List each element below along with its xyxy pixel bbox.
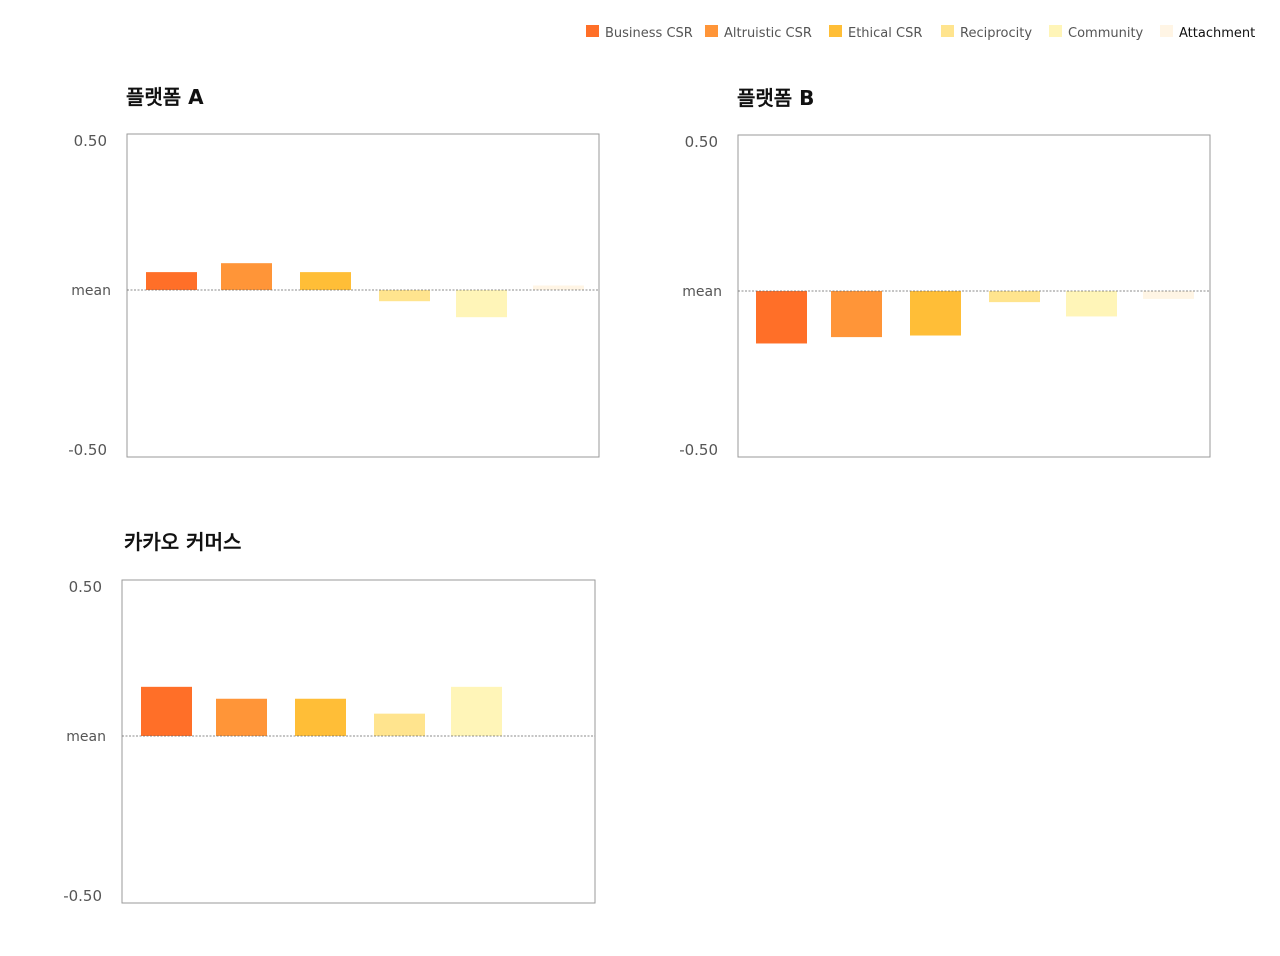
panel-title: 플랫폼 B [737,86,814,110]
legend-label: Community [1068,26,1144,41]
legend-swatch [586,25,599,37]
bar [141,686,192,736]
chart-panel: 플랫폼 B 0.50 mean -0.50 [679,86,1211,459]
plot-frame [121,579,596,904]
legend-item: Reciprocity [941,25,1032,41]
chart-panel: 플랫폼 A 0.50 mean -0.50 [68,85,600,459]
bar [146,272,197,290]
legend-label: Reciprocity [960,26,1032,41]
legend-label: Altruistic CSR [724,26,812,41]
bar [300,272,351,290]
legend-item: Attachment [1160,25,1255,41]
plot-frame [737,134,1211,458]
panel-title: 카카오 커머스 [124,530,241,554]
y-tick-label: -0.50 [679,441,718,459]
legend-item: Business CSR [586,25,693,41]
legend-swatch [829,25,842,37]
bar [379,290,430,302]
plot-frame [126,133,600,458]
legend-label: Business CSR [605,26,693,41]
bar [910,291,961,336]
legend-label: Attachment [1179,26,1255,41]
legend-item: Altruistic CSR [705,25,812,41]
bar [533,285,584,290]
panel-title: 플랫폼 A [126,85,204,109]
legend-label: Ethical CSR [848,26,922,41]
legend-item: Ethical CSR [829,25,922,41]
legend-swatch [1160,25,1173,37]
bar [374,713,425,736]
chart-panels: 플랫폼 A0.50mean-0.50플랫폼 B0.50mean-0.50카카오 … [63,85,1211,905]
bar [989,291,1040,303]
y-tick-label: 0.50 [74,132,107,150]
bar [456,290,507,318]
y-tick-label: -0.50 [63,887,102,905]
y-tick-label: 0.50 [69,578,102,596]
bar [216,698,267,736]
legend-item: Community [1049,25,1144,41]
chart-panel: 카카오 커머스 0.50 mean -0.50 [63,530,596,905]
chart-figure: Business CSR Altruistic CSR Ethical CSR Rec… [63,25,1255,905]
legend: Business CSR Altruistic CSR Ethical CSR Rec… [586,25,1255,41]
mean-label: mean [66,729,106,745]
mean-label: mean [682,284,722,300]
bar [295,698,346,736]
bar [1143,291,1194,299]
y-tick-label: -0.50 [68,441,107,459]
legend-swatch [705,25,718,37]
y-tick-label: 0.50 [685,133,718,151]
legend-swatch [941,25,954,37]
bar [756,291,807,344]
bar [831,291,882,338]
bar [221,263,272,290]
legend-swatch [1049,25,1062,37]
bar [1066,291,1117,317]
mean-label: mean [71,283,111,299]
bar [451,686,502,736]
